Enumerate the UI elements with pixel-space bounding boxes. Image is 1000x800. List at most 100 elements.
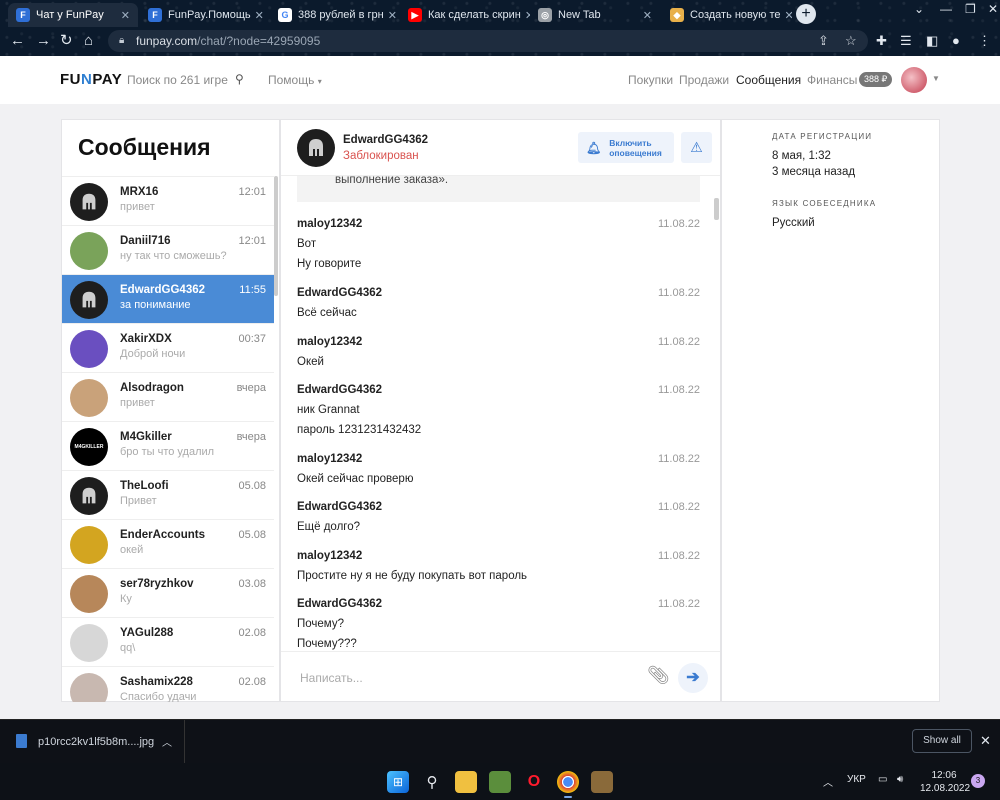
message-author[interactable]: maloy12342	[297, 336, 700, 348]
contact-time: 05.08	[238, 529, 266, 541]
tab-close-icon[interactable]: ✕	[117, 9, 130, 22]
tab-favicon-icon: ▶	[408, 8, 422, 22]
enable-notifications-button[interactable]: 🔔︎ Включить оповещения	[578, 132, 674, 163]
url-field[interactable]: 🔒︎ funpay.com/chat/?node=42959095 ⇪ ☆	[108, 30, 868, 52]
tab-favicon-icon: ◎	[538, 8, 552, 22]
contact-name: TheLoofi	[120, 480, 169, 492]
close-window-icon[interactable]: ✕	[988, 2, 998, 16]
tab-close-icon[interactable]: ✕	[251, 9, 264, 22]
system-clock[interactable]: 12:06 12.08.2022	[920, 769, 970, 795]
download-item[interactable]: p10rcc2kv1lf5b8m....jpg ︿	[0, 720, 185, 764]
windows-start-icon[interactable]: ⊞	[387, 771, 409, 793]
bookmark-star-icon[interactable]: ☆	[845, 30, 857, 52]
new-tab-button[interactable]: +	[796, 4, 816, 24]
browser-tab[interactable]: F Чат у FunPay ✕	[8, 3, 138, 27]
report-button[interactable]: ⚠	[681, 132, 712, 163]
tab-close-icon[interactable]: ✕	[639, 9, 652, 22]
back-icon[interactable]: ←	[10, 32, 25, 50]
message-author[interactable]: maloy12342	[297, 453, 700, 465]
help-menu[interactable]: Помощь ▾	[268, 73, 322, 87]
browser-tab[interactable]: ▶ Как сделать скрин ✕	[400, 3, 530, 27]
contact-item[interactable]: MRX16 привет 12:01	[62, 176, 274, 225]
contact-last-message: привет	[120, 201, 155, 213]
contact-item[interactable]: YAGul288 qq\ 02.08	[62, 617, 274, 666]
close-icon[interactable]: ✕	[980, 733, 991, 749]
language-indicator[interactable]: УКР	[847, 774, 866, 785]
menu-kebab-icon[interactable]: ⋮	[978, 33, 991, 49]
opera-icon[interactable]: O	[523, 771, 545, 793]
search-icon[interactable]: ⚲	[421, 771, 443, 793]
chevron-down-icon[interactable]: ⌄	[914, 2, 924, 16]
extensions-icon[interactable]: ✚	[876, 33, 887, 49]
tab-title: 388 рублей в грн	[298, 9, 384, 21]
contact-item[interactable]: EnderAccounts окей 05.08	[62, 519, 274, 568]
chat-partner-name[interactable]: EdwardGG4362	[343, 134, 428, 146]
reading-list-icon[interactable]: ☰	[900, 33, 912, 49]
message-author[interactable]: EdwardGG4362	[297, 384, 700, 396]
message-author[interactable]: maloy12342	[297, 218, 700, 230]
nav-purchases[interactable]: Покупки	[628, 73, 673, 87]
browser-tab[interactable]: G 388 рублей в грн ✕	[270, 3, 400, 27]
contact-item[interactable]: TheLoofi Привет 05.08	[62, 470, 274, 519]
contact-item[interactable]: EdwardGG4362 за понимание 11:55	[62, 274, 274, 323]
browser-tab[interactable]: F FunPay.Помощь ✕	[140, 3, 270, 27]
message-date: 11.08.22	[657, 384, 700, 396]
message-input[interactable]	[300, 671, 620, 685]
browser-tab[interactable]: ◆ Создать новую те ✕	[662, 3, 792, 27]
notification-badge[interactable]: 3	[971, 774, 985, 788]
caret-down-icon[interactable]: ▼	[932, 74, 940, 83]
restore-icon[interactable]: ❐	[965, 2, 976, 16]
chevron-up-icon[interactable]: ︿	[162, 734, 172, 749]
message-text: ник Grannat	[297, 404, 360, 416]
nav-messages[interactable]: Сообщения	[736, 73, 801, 87]
language-value: Русский	[772, 217, 815, 229]
reload-icon[interactable]: ↻	[60, 32, 73, 50]
attach-icon[interactable]: 📎︎	[647, 665, 670, 686]
nav-finances[interactable]: Финансы	[807, 73, 857, 87]
minimize-icon[interactable]: —	[940, 2, 952, 16]
contact-item[interactable]: ser78ryzhkov Ку 03.08	[62, 568, 274, 617]
message-author[interactable]: maloy12342	[297, 550, 700, 562]
site-header: FUNPAY Поиск по 261 игре ⚲ Помощь ▾ Поку…	[0, 56, 1000, 104]
forward-icon[interactable]: →	[36, 32, 51, 50]
contact-item[interactable]: M4GKILLER M4Gkiller бро ты что удалил вчера	[62, 421, 274, 470]
profile-icon[interactable]: ●	[952, 33, 960, 48]
file-explorer-icon[interactable]	[455, 771, 477, 793]
message-author[interactable]: EdwardGG4362	[297, 598, 700, 610]
contact-item[interactable]: Alsodragon привет вчера	[62, 372, 274, 421]
contact-item[interactable]: Sashamix228 Спасибо удачи 02.08	[62, 666, 274, 702]
balance-badge[interactable]: 388 ₽	[859, 72, 893, 87]
chrome-icon[interactable]	[557, 771, 579, 793]
browser-tab[interactable]: ◎ New Tab ✕	[530, 3, 660, 27]
funpay-logo[interactable]: FUNPAY	[60, 71, 122, 88]
sidebar-icon[interactable]: ◧	[926, 33, 938, 49]
search-icon[interactable]: ⚲	[235, 72, 244, 86]
nav-sales[interactable]: Продажи	[679, 73, 729, 87]
share-icon[interactable]: ⇪	[818, 30, 829, 52]
contact-item[interactable]: Daniil716 ну так что сможешь? 12:01	[62, 225, 274, 274]
app-crate-icon[interactable]	[591, 771, 613, 793]
show-all-button[interactable]: Show all	[912, 729, 972, 753]
tray-chevron-up-icon[interactable]: ︿	[823, 774, 833, 789]
tab-close-icon[interactable]: ✕	[521, 9, 530, 22]
partner-info-panel: ДАТА РЕГИСТРАЦИИ 8 мая, 1:32 3 месяца на…	[721, 119, 940, 702]
home-icon[interactable]: ⌂	[84, 32, 93, 50]
minecraft-icon[interactable]	[489, 771, 511, 793]
registration-label: ДАТА РЕГИСТРАЦИИ	[772, 132, 873, 141]
tab-close-icon[interactable]: ✕	[781, 9, 793, 22]
message-text: Ну говорите	[297, 258, 362, 270]
message-author[interactable]: EdwardGG4362	[297, 501, 700, 513]
tab-close-icon[interactable]: ✕	[384, 9, 397, 22]
message-author[interactable]: EdwardGG4362	[297, 287, 700, 299]
user-avatar[interactable]	[901, 67, 927, 93]
monitor-icon[interactable]: ▭	[878, 774, 887, 785]
contact-name: EnderAccounts	[120, 529, 205, 541]
message-date: 11.08.22	[657, 453, 700, 465]
contact-item[interactable]: XakirXDX Доброй ночи 00:37	[62, 323, 274, 372]
chat-scrollbar[interactable]	[714, 198, 719, 220]
send-button[interactable]: ➔	[678, 663, 708, 693]
chat-avatar[interactable]	[297, 129, 335, 167]
volume-icon[interactable]: 🔊︎	[897, 774, 903, 785]
contacts-scrollbar[interactable]	[274, 176, 278, 296]
search-input[interactable]: Поиск по 261 игре	[127, 73, 228, 87]
